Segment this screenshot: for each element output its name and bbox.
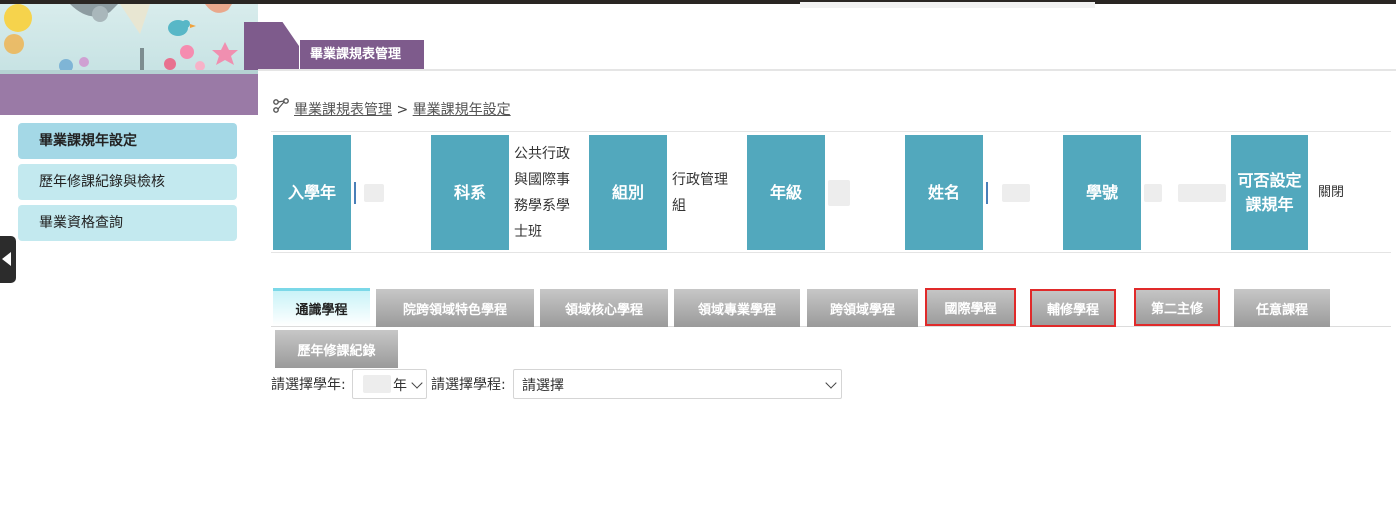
tab-domain-professional[interactable]: 領域專業學程 (674, 289, 800, 327)
banner-illustration (0, 4, 258, 76)
header-tab-notch (244, 22, 299, 70)
sidebar-item-label: 畢業資格查詢 (39, 215, 123, 231)
enroll-year-value (354, 135, 428, 250)
student-id-value (1144, 135, 1228, 250)
breadcrumb-link-year-setting[interactable]: 畢業課規年設定 (413, 102, 511, 118)
department-value: 公共行政與國際事務學系學士班 (514, 145, 570, 240)
redacted-value (364, 183, 384, 202)
top-bar-highlight (800, 2, 1095, 8)
banner-artwork (0, 4, 258, 76)
tab-general-education[interactable]: 通識學程 (273, 288, 370, 326)
year-select-suffix: 年 (393, 378, 407, 394)
info-table-bottom-border (271, 252, 1391, 253)
page-title: 畢業課規表管理 (300, 40, 424, 70)
sidebar-header-band (0, 74, 258, 115)
grade-header: 年級 (747, 135, 825, 250)
department-header: 科系 (431, 135, 509, 250)
breadcrumb-link-course-rules[interactable]: 畢業課規表管理 (294, 102, 392, 118)
year-select[interactable]: 年 (352, 369, 427, 399)
group-value: 行政管理組 (672, 171, 728, 214)
redaction-mark (986, 181, 988, 204)
tab-minor[interactable]: 輔修學程 (1030, 289, 1116, 327)
sidebar-item-course-history[interactable]: 歷年修課紀錄與檢核 (18, 164, 237, 200)
redacted-value (363, 375, 391, 393)
name-header: 姓名 (905, 135, 983, 250)
sidebar-item-label: 歷年修課紀錄與檢核 (39, 174, 165, 190)
redacted-value (828, 179, 850, 206)
breadcrumb-separator: > (396, 102, 409, 118)
student-id-header: 學號 (1063, 135, 1141, 250)
sidebar-collapse-button[interactable] (0, 236, 16, 283)
tab-international[interactable]: 國際學程 (925, 288, 1016, 326)
redacted-value (1178, 183, 1226, 202)
tab-course-history[interactable]: 歷年修課紀錄 (275, 330, 398, 368)
tab-interdisciplinary-feature[interactable]: 院跨領域特色學程 (376, 289, 534, 327)
can-set-value: 關閉 (1318, 184, 1345, 200)
name-value (986, 135, 1060, 250)
redaction-mark (354, 181, 356, 204)
program-select-value: 請選擇 (522, 378, 564, 394)
can-set-header: 可否設定課規年 (1231, 135, 1308, 250)
sidebar-item-graduation-year-setting[interactable]: 畢業課規年設定 (18, 123, 237, 159)
enroll-year-header: 入學年 (273, 135, 351, 250)
share-nodes-icon (273, 98, 289, 113)
chevron-down-icon (825, 377, 837, 389)
page: 畢業課規年設定 歷年修課紀錄與檢核 畢業資格查詢 畢業課規表管理 畢業課規表管理… (0, 0, 1396, 506)
breadcrumb: 畢業課規表管理 > 畢業課規年設定 (294, 99, 511, 119)
tab-cross-domain[interactable]: 跨領域學程 (807, 289, 918, 327)
sidebar-item-label: 畢業課規年設定 (39, 133, 137, 149)
year-select-label: 請選擇學年: (271, 377, 346, 393)
chevron-down-icon (411, 377, 423, 389)
tab-domain-core[interactable]: 領域核心學程 (540, 289, 668, 327)
group-header: 組別 (589, 135, 667, 250)
header-divider (258, 69, 1396, 71)
redacted-value (1144, 183, 1162, 202)
tab-second-major[interactable]: 第二主修 (1134, 288, 1220, 326)
program-select[interactable]: 請選擇 (513, 369, 842, 399)
tab-elective-courses[interactable]: 任意課程 (1234, 289, 1330, 327)
sidebar-item-graduation-query[interactable]: 畢業資格查詢 (18, 205, 237, 241)
collapse-triangle-icon (2, 252, 11, 266)
program-select-label: 請選擇學程: (431, 377, 506, 393)
grade-value (828, 135, 902, 250)
info-table-top-border (271, 131, 1391, 132)
redacted-value (1002, 183, 1030, 202)
